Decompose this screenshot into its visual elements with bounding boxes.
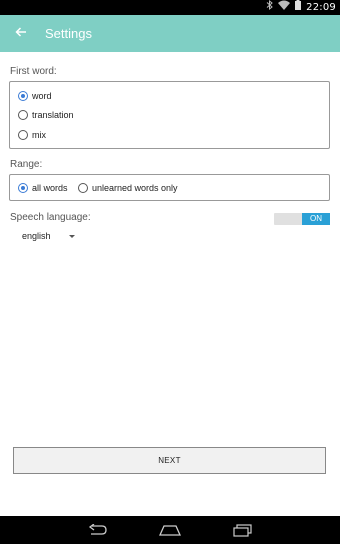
- caret-down-icon: [68, 234, 75, 238]
- status-icons: 22:09: [266, 0, 336, 15]
- speech-language-label: Speech language:: [10, 212, 91, 223]
- language-value: english: [22, 231, 51, 241]
- radio-label: all words: [32, 183, 68, 193]
- app-bar: Settings: [0, 15, 340, 52]
- arrow-left-icon: [15, 24, 27, 42]
- toggle-on-label: ON: [302, 213, 330, 225]
- radio-label: mix: [32, 130, 46, 140]
- navigation-bar: [0, 516, 340, 544]
- status-time: 22:09: [306, 2, 336, 13]
- next-button[interactable]: NEXT: [13, 447, 326, 474]
- radio-label: word: [32, 91, 52, 101]
- speech-toggle[interactable]: ON: [274, 213, 330, 225]
- range-label: Range:: [10, 159, 43, 170]
- recents-nav-icon[interactable]: [232, 522, 254, 538]
- radio-button[interactable]: [78, 183, 88, 193]
- radio-label: translation: [32, 110, 74, 120]
- radio-label: unlearned words only: [92, 183, 178, 193]
- bluetooth-icon: [266, 0, 273, 16]
- first-word-group: word translation mix: [9, 81, 330, 149]
- back-button[interactable]: [10, 23, 32, 43]
- back-nav-icon[interactable]: [87, 522, 109, 538]
- radio-option-word[interactable]: word: [18, 89, 52, 103]
- wifi-icon: [278, 0, 291, 16]
- first-word-label: First word:: [10, 66, 57, 77]
- radio-option-mix[interactable]: mix: [18, 128, 46, 142]
- language-dropdown[interactable]: english: [22, 230, 75, 242]
- home-nav-icon[interactable]: [159, 522, 181, 538]
- page-title: Settings: [45, 26, 92, 41]
- radio-button[interactable]: [18, 183, 28, 193]
- battery-icon: [295, 0, 302, 16]
- radio-button[interactable]: [18, 91, 28, 101]
- radio-button[interactable]: [18, 110, 28, 120]
- status-bar: 22:09: [0, 0, 340, 15]
- radio-button[interactable]: [18, 130, 28, 140]
- radio-option-unlearned[interactable]: unlearned words only: [78, 181, 178, 195]
- range-group: all words unlearned words only: [9, 174, 330, 201]
- radio-option-translation[interactable]: translation: [18, 108, 74, 122]
- radio-option-all-words[interactable]: all words: [18, 181, 68, 195]
